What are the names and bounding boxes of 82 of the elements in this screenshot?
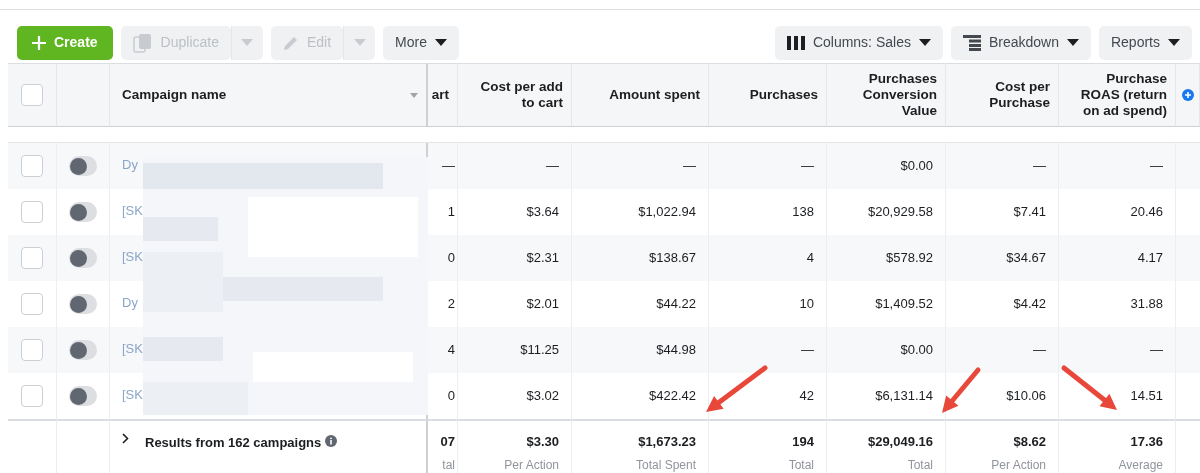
table-cell: $44.98 xyxy=(572,327,709,373)
table-cell: — xyxy=(946,327,1059,373)
pencil-icon xyxy=(282,34,299,51)
arrow xyxy=(706,365,768,412)
row-checkbox[interactable] xyxy=(21,385,43,407)
toggle-switch[interactable] xyxy=(69,340,97,360)
table-cell: — xyxy=(428,143,458,189)
table-cell: $0.00 xyxy=(827,327,946,373)
table-cell: 4.17 xyxy=(1059,235,1176,281)
total-caption: Average xyxy=(1118,456,1163,473)
total-caption: Total xyxy=(907,456,933,473)
total-caption: Per Action xyxy=(991,456,1046,473)
table-cell: — xyxy=(946,143,1059,189)
total-value: $29,049.16 xyxy=(867,433,933,451)
results-summary: Results from 162 campaigns xyxy=(145,434,322,452)
column-header[interactable]: Campaign name xyxy=(122,86,227,104)
total-value: $8.62 xyxy=(1013,433,1046,451)
table-cell: $138.67 xyxy=(572,235,709,281)
toggle-switch[interactable] xyxy=(69,386,97,406)
toggle-switch[interactable] xyxy=(69,248,97,268)
row-checkbox[interactable] xyxy=(21,155,43,177)
row-checkbox[interactable] xyxy=(21,247,43,269)
toolbar-button[interactable]: Columns: Sales xyxy=(774,25,943,60)
footer-cell xyxy=(8,419,57,473)
add-column-icon xyxy=(1181,89,1194,101)
column-header[interactable]: Purchases Conversion Value xyxy=(827,63,946,127)
column-header[interactable]: Purchase ROAS (return on ad spend) xyxy=(1059,63,1176,127)
table-cell: $34.67 xyxy=(946,235,1059,281)
info-icon xyxy=(325,435,338,447)
table-cell: 4 xyxy=(428,327,458,373)
total-value: 07 xyxy=(440,433,455,451)
table-cell: — xyxy=(458,143,572,189)
table-cell: 0 xyxy=(428,235,458,281)
table-cell: — xyxy=(572,143,709,189)
row-checkbox[interactable] xyxy=(21,201,43,223)
total-caption: Total Spent xyxy=(635,456,696,473)
toolbar-button[interactable]: Breakdown xyxy=(950,25,1091,60)
column-header[interactable]: art xyxy=(428,63,458,127)
caret-icon xyxy=(1168,39,1180,46)
plus-icon xyxy=(32,35,46,50)
toggle-switch[interactable] xyxy=(69,202,97,222)
copy-icon xyxy=(132,32,153,53)
select-all-checkbox[interactable] xyxy=(21,84,43,106)
row-checkbox[interactable] xyxy=(21,293,43,315)
table-cell xyxy=(1176,143,1200,189)
table-cell: $578.92 xyxy=(827,235,946,281)
table-cell: $3.02 xyxy=(458,373,572,419)
column-header[interactable]: Purchases xyxy=(709,63,827,127)
caret-icon xyxy=(918,39,931,46)
arrow xyxy=(942,367,981,413)
total-value: 194 xyxy=(792,433,814,451)
sort-icon xyxy=(410,92,418,98)
caret-icon xyxy=(1066,39,1079,46)
caret-icon xyxy=(241,39,254,46)
chevron-icon xyxy=(122,433,129,444)
table-cell: — xyxy=(1059,143,1176,189)
table-cell: — xyxy=(709,327,827,373)
table-cell: $2.31 xyxy=(458,235,572,281)
caret-icon xyxy=(435,39,447,46)
caret-icon xyxy=(353,39,366,46)
total-caption: Total xyxy=(788,456,814,473)
total-value: $3.30 xyxy=(526,433,559,451)
column-header[interactable]: Cost per add to cart xyxy=(458,63,572,127)
toggle-switch[interactable] xyxy=(69,294,97,314)
arrow xyxy=(1061,365,1117,410)
total-caption: tal xyxy=(442,456,455,473)
table-cell: — xyxy=(1059,327,1176,373)
toolbar-button[interactable]: More xyxy=(383,25,459,60)
table-cell: 4 xyxy=(709,235,827,281)
column-header[interactable]: Amount spent xyxy=(572,63,709,127)
total-value: $1,673.23 xyxy=(638,433,696,451)
table-cell: $11.25 xyxy=(458,327,572,373)
table-cell: $0.00 xyxy=(827,143,946,189)
total-caption: Per Action xyxy=(504,456,559,473)
toolbar-button[interactable]: Reports xyxy=(1098,25,1192,60)
breakdown-icon xyxy=(962,34,981,51)
row-checkbox[interactable] xyxy=(21,339,43,361)
toggle-switch[interactable] xyxy=(69,156,97,176)
columns-icon xyxy=(786,35,805,50)
column-header[interactable]: Cost per Purchase xyxy=(946,63,1059,127)
total-value: 17.36 xyxy=(1130,433,1163,451)
table-cell: — xyxy=(709,143,827,189)
